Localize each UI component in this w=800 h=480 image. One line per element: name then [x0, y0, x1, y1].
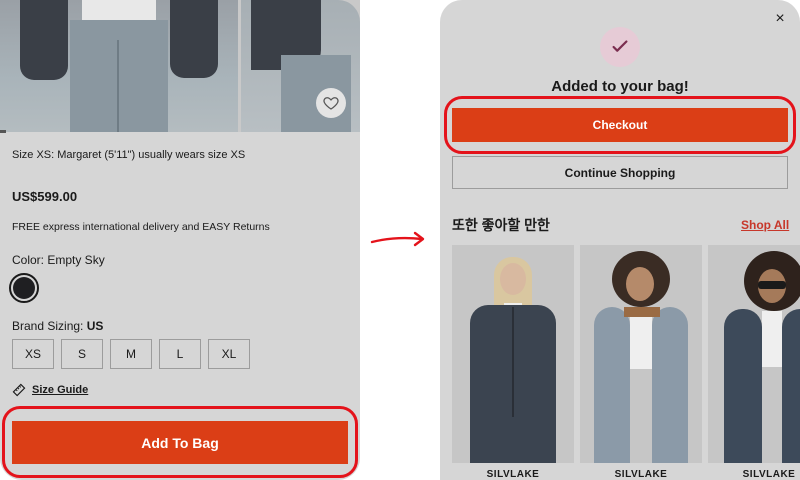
product-gallery[interactable]: [0, 0, 360, 132]
size-guide-label: Size Guide: [32, 384, 89, 396]
stage: Size XS: Margaret (5'11") usually wears …: [0, 0, 800, 480]
product-detail-screen: Size XS: Margaret (5'11") usually wears …: [0, 0, 360, 480]
continue-shopping-button[interactable]: Continue Shopping: [452, 156, 788, 189]
product-card[interactable]: SILVLAKE: [708, 245, 800, 480]
ruler-icon: [12, 383, 26, 397]
size-option-xs[interactable]: XS: [12, 339, 54, 369]
product-name: SILVLAKE: [614, 469, 668, 480]
product-card[interactable]: SILVLAKE: [452, 245, 574, 480]
close-icon: ×: [775, 10, 785, 27]
size-selector: XS S M L XL: [12, 339, 250, 369]
shipping-info: FREE express international delivery and …: [12, 221, 270, 233]
color-label: Color: Empty Sky: [12, 253, 105, 267]
add-to-bag-button[interactable]: Add To Bag: [12, 421, 348, 464]
brand-sizing-value: US: [86, 319, 104, 333]
product-image: [452, 245, 574, 463]
product-image: [580, 245, 702, 463]
color-swatch-empty-sky[interactable]: [9, 273, 39, 303]
size-option-m[interactable]: M: [110, 339, 152, 369]
size-option-s[interactable]: S: [61, 339, 103, 369]
size-guide-link[interactable]: Size Guide: [12, 383, 88, 397]
brand-sizing-label: Brand Sizing: US: [12, 319, 103, 333]
product-photo-main: [0, 0, 238, 132]
recommendations-title: 또한 좋아할 만한: [452, 217, 550, 233]
flow-arrow-icon: [370, 231, 425, 247]
close-button[interactable]: ×: [772, 11, 788, 27]
size-note: Size XS: Margaret (5'11") usually wears …: [12, 149, 246, 161]
product-card[interactable]: SILVLAKE: [580, 245, 702, 480]
shop-all-link[interactable]: Shop All: [741, 218, 789, 232]
success-badge: [600, 27, 640, 67]
product-carousel: SILVLAKE SILVLAKE SILVLAKE: [452, 245, 800, 480]
check-icon: [612, 40, 628, 52]
heart-icon: [323, 97, 339, 110]
product-image: [708, 245, 800, 463]
gallery-indicator: [0, 130, 6, 133]
product-name: SILVLAKE: [486, 469, 540, 480]
size-option-l[interactable]: L: [159, 339, 201, 369]
checkout-button[interactable]: Checkout: [452, 108, 788, 142]
favorite-button[interactable]: [316, 88, 346, 118]
brand-sizing-text: Brand Sizing:: [12, 319, 84, 333]
size-option-xl[interactable]: XL: [208, 339, 250, 369]
added-to-bag-screen: × Added to your bag! Checkout Continue S…: [440, 0, 800, 480]
price: US$599.00: [12, 189, 78, 204]
product-name: SILVLAKE: [742, 469, 796, 480]
confirmation-message: Added to your bag!: [551, 78, 689, 95]
